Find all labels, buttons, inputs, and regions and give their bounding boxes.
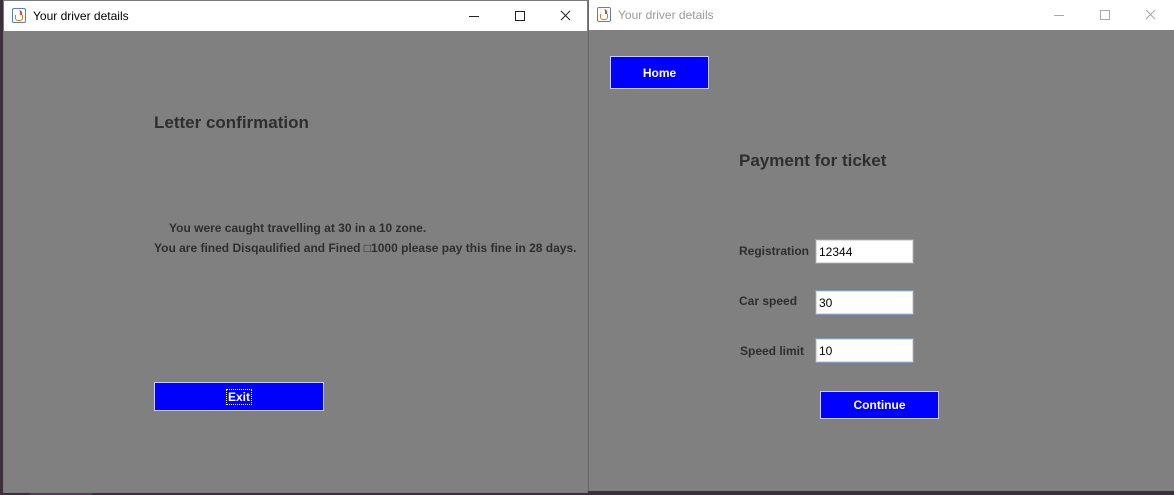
minimize-icon[interactable] [451,1,497,31]
page-title: Payment for ticket [739,151,887,170]
maximize-icon[interactable] [1082,0,1128,30]
speed-limit-field[interactable] [815,338,914,363]
close-icon[interactable] [1128,0,1174,30]
home-button[interactable]: Home [610,56,709,89]
title-bar[interactable]: Your driver details [589,0,1174,30]
payment-window: Your driver details Home Payment for tic… [588,0,1174,491]
window-title: Your driver details [33,9,129,23]
page-title: Letter confirmation [154,113,309,132]
message-line-1: You were caught travelling at 30 in a 10… [169,221,427,235]
message-line-2: You are fined Disqaulified and Fined □10… [154,241,577,255]
car-speed-field[interactable] [815,290,914,315]
window-title: Your driver details [618,8,714,22]
letter-confirmation-window: Your driver details Letter confirmation … [3,0,588,493]
registration-label: Registration [739,244,810,258]
java-icon [597,7,611,22]
exit-button[interactable]: Exit [154,382,324,411]
speed-limit-label: Speed limit [740,344,805,358]
title-bar[interactable]: Your driver details [4,1,587,31]
close-icon[interactable] [543,1,589,31]
exit-button-label: Exit [225,388,252,405]
java-icon [12,8,26,23]
maximize-icon[interactable] [497,1,543,31]
car-speed-label: Car speed [739,294,798,308]
registration-field[interactable] [815,239,914,264]
continue-button[interactable]: Continue [820,391,939,419]
minimize-icon[interactable] [1036,0,1082,30]
